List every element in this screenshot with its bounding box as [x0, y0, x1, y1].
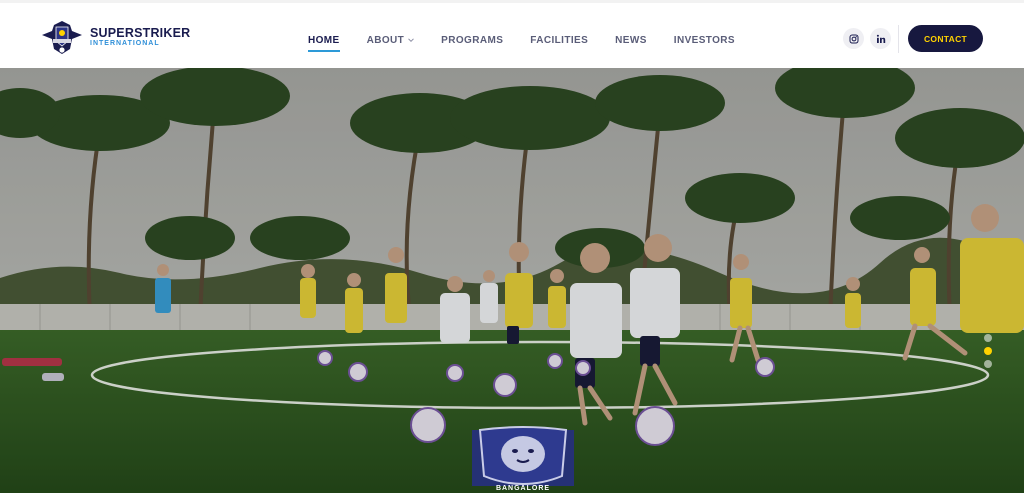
instagram-link[interactable] [843, 28, 864, 49]
main-nav: HOME ABOUT PROGRAMS FACILITIES NEWS INVE… [308, 33, 735, 52]
nav-home-label: HOME [308, 34, 340, 46]
nav-investors-label: INVESTORS [673, 34, 735, 46]
club-badge: BANGALORE [470, 426, 576, 493]
nav-home[interactable]: HOME [308, 33, 340, 52]
nav-investors[interactable]: INVESTORS [674, 33, 735, 47]
contact-button[interactable]: CONTACT [908, 25, 983, 52]
site-header: SUPERSTRIKER INTERNATIONAL HOME ABOUT PR… [0, 0, 1024, 68]
slider-dot-active[interactable] [984, 347, 992, 355]
nav-facilities-label: FACILITIES [530, 34, 589, 46]
site-logo[interactable]: SUPERSTRIKER INTERNATIONAL [40, 17, 190, 57]
slider-dot[interactable] [984, 360, 992, 368]
instagram-icon [849, 34, 858, 43]
brand-subtitle: INTERNATIONAL [90, 40, 160, 48]
nav-news-label: NEWS [615, 34, 647, 46]
badge-text: BANGALORE [495, 485, 551, 492]
slider-dots [982, 334, 994, 384]
header-divider [898, 25, 899, 53]
slider-dot[interactable] [984, 334, 992, 342]
tiger-crest-icon [472, 426, 574, 486]
hero-banner: BANGALORE [0, 68, 1024, 493]
nav-news[interactable]: NEWS [615, 33, 647, 47]
nav-programs[interactable]: PROGRAMS [441, 33, 503, 47]
nav-facilities[interactable]: FACILITIES [530, 33, 588, 47]
nav-programs-label: PROGRAMS [441, 34, 504, 46]
nav-about-label: ABOUT [366, 34, 405, 46]
brand-name: SUPERSTRIKER [90, 25, 191, 40]
crest-icon [40, 17, 84, 57]
nav-about[interactable]: ABOUT [367, 33, 415, 47]
chevron-down-icon [408, 38, 415, 43]
linkedin-icon [876, 34, 885, 43]
linkedin-link[interactable] [870, 28, 891, 49]
